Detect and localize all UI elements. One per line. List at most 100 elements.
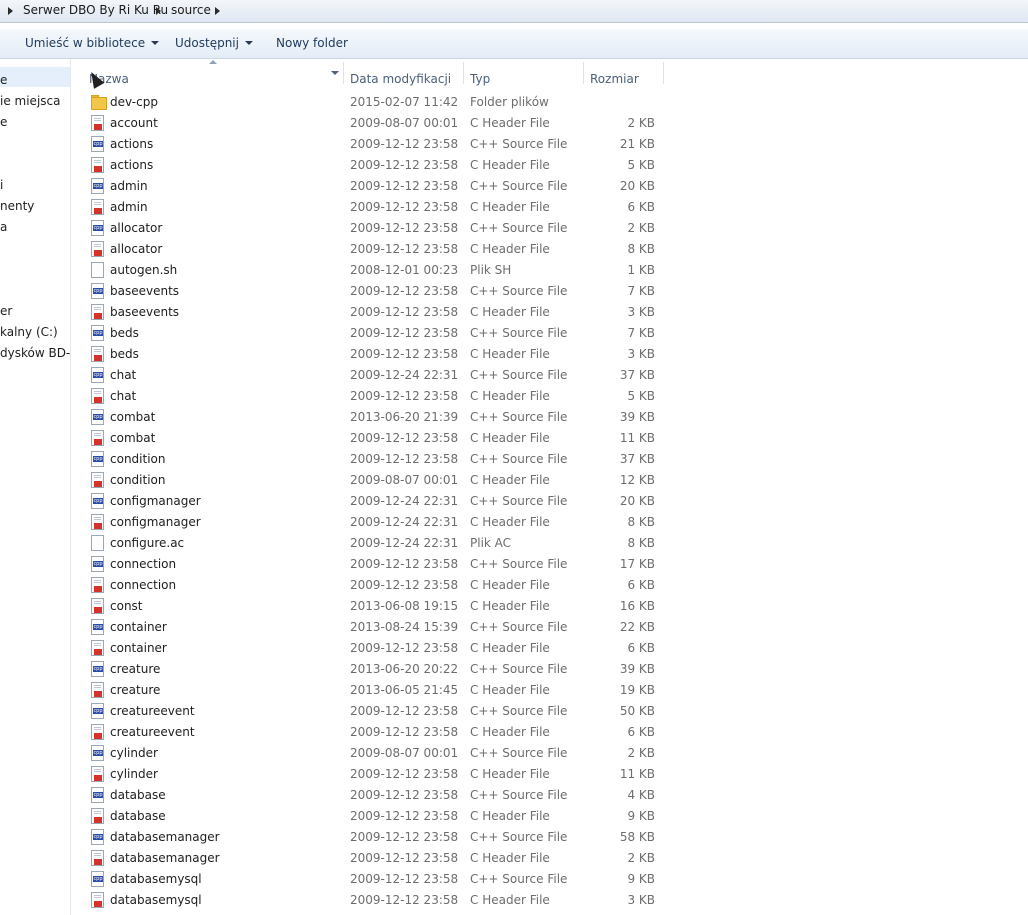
- file-row[interactable]: container 2009-12-12 23:58 C Header File 6 …: [83, 637, 663, 658]
- column-divider[interactable]: [463, 62, 464, 84]
- file-row[interactable]: dev-cpp 2015-02-07 11:42 Folder plików: [83, 91, 663, 112]
- file-date: 2009-12-12 23:58: [350, 641, 459, 655]
- file-type: C Header File: [470, 578, 550, 592]
- nav-item[interactable]: kalny (C:): [0, 325, 58, 339]
- c-header-file-icon: [91, 682, 104, 698]
- file-row[interactable]: cpp container 2013-08-24 15:39 C++ Source F…: [83, 616, 663, 637]
- nav-item[interactable]: e: [0, 115, 7, 129]
- file-row[interactable]: actions 2009-12-12 23:58 C Header File 5 KB: [83, 154, 663, 175]
- file-row[interactable]: admin 2009-12-12 23:58 C Header File 6 KB: [83, 196, 663, 217]
- column-divider[interactable]: [343, 62, 344, 84]
- file-size: 2 KB: [627, 746, 655, 760]
- file-row[interactable]: cpp allocator 2009-12-12 23:58 C++ Source F…: [83, 217, 663, 238]
- file-row[interactable]: autogen.sh 2008-12-01 00:23 Plik SH 1 KB: [83, 259, 663, 280]
- nav-item[interactable]: a: [0, 220, 7, 234]
- file-row[interactable]: cpp database 2009-12-12 23:58 C++ Source Fi…: [83, 784, 663, 805]
- address-bar[interactable]: Serwer DBO By Ri Ku Ru source: [0, 0, 1028, 23]
- column-filter-chevron-icon[interactable]: [331, 71, 339, 75]
- file-row[interactable]: account 2009-08-07 00:01 C Header File 2 KB: [83, 112, 663, 133]
- breadcrumb-item[interactable]: Serwer DBO By Ri Ku Ru: [23, 3, 168, 17]
- nav-item[interactable]: dysków BD-R(: [0, 346, 70, 360]
- nav-item[interactable]: e: [0, 73, 7, 87]
- file-date: 2009-12-12 23:58: [350, 767, 459, 781]
- file-name: condition: [110, 452, 166, 466]
- file-type: C++ Source File: [470, 557, 568, 571]
- file-row[interactable]: cylinder 2009-12-12 23:58 C Header File 11 …: [83, 763, 663, 784]
- navigation-pane[interactable]: e ie miejsca e i nenty a er kalny (C:) d…: [0, 59, 71, 915]
- nav-item[interactable]: ie miejsca: [0, 94, 60, 108]
- file-name: databasemanager: [110, 851, 220, 865]
- include-in-library-button[interactable]: Umieść w bibliotece: [25, 36, 160, 50]
- breadcrumb-chevron-icon[interactable]: [156, 7, 161, 15]
- file-name: configmanager: [110, 494, 201, 508]
- file-date: 2009-12-12 23:58: [350, 893, 459, 907]
- file-row[interactable]: cpp databasemysql 2009-12-12 23:58 C++ Sour…: [83, 868, 663, 889]
- file-row[interactable]: configmanager 2009-12-24 22:31 C Header Fi…: [83, 511, 663, 532]
- cpp-source-file-icon: cpp: [91, 136, 104, 152]
- column-header-date[interactable]: Data modyfikacji: [350, 72, 451, 92]
- breadcrumb-chevron-icon[interactable]: [215, 7, 220, 15]
- file-row[interactable]: cpp connection 2009-12-12 23:58 C++ Source …: [83, 553, 663, 574]
- c-header-file-icon: [91, 115, 104, 131]
- file-name: beds: [110, 347, 139, 361]
- file-row[interactable]: cpp condition 2009-12-12 23:58 C++ Source F…: [83, 448, 663, 469]
- file-row[interactable]: creature 2013-06-05 21:45 C Header File 19 …: [83, 679, 663, 700]
- nav-item[interactable]: er: [0, 304, 12, 318]
- new-folder-button[interactable]: Nowy folder: [276, 36, 348, 50]
- file-row[interactable]: creatureevent 2009-12-12 23:58 C Header Fi…: [83, 721, 663, 742]
- nav-item[interactable]: nenty: [0, 199, 34, 213]
- file-row[interactable]: cpp combat 2013-06-20 21:39 C++ Source File…: [83, 406, 663, 427]
- column-header-size[interactable]: Rozmiar: [590, 72, 639, 92]
- file-row[interactable]: connection 2009-12-12 23:58 C Header File 6…: [83, 574, 663, 595]
- file-row[interactable]: cpp configmanager 2009-12-24 22:31 C++ Sour…: [83, 490, 663, 511]
- file-row[interactable]: condition 2009-08-07 00:01 C Header File 12…: [83, 469, 663, 490]
- file-size: 39 KB: [619, 662, 655, 676]
- file-size: 4 KB: [627, 788, 655, 802]
- file-row[interactable]: databasemysql 2009-12-12 23:58 C Header Fi…: [83, 889, 663, 910]
- file-name: combat: [110, 431, 156, 445]
- file-size: 3 KB: [627, 893, 655, 907]
- file-row[interactable]: databasemanager 2009-12-12 23:58 C Header …: [83, 847, 663, 868]
- file-name: configmanager: [110, 515, 201, 529]
- file-row[interactable]: chat 2009-12-12 23:58 C Header File 5 KB: [83, 385, 663, 406]
- file-row[interactable]: cpp creatureevent 2009-12-12 23:58 C++ Sour…: [83, 700, 663, 721]
- column-divider[interactable]: [583, 62, 584, 84]
- file-date: 2009-12-12 23:58: [350, 431, 459, 445]
- file-row[interactable]: database 2009-12-12 23:58 C Header File 9 K…: [83, 805, 663, 826]
- file-name: databasemanager: [110, 830, 220, 844]
- file-type: C Header File: [470, 473, 550, 487]
- file-row[interactable]: cpp baseevents 2009-12-12 23:58 C++ Source …: [83, 280, 663, 301]
- file-row[interactable]: cpp admin 2009-12-12 23:58 C++ Source File 2…: [83, 175, 663, 196]
- file-name: container: [110, 620, 167, 634]
- column-header-type[interactable]: Typ: [470, 72, 490, 92]
- file-row[interactable]: cpp actions 2009-12-12 23:58 C++ Source Fil…: [83, 133, 663, 154]
- file-row[interactable]: allocator 2009-12-12 23:58 C Header File 8 …: [83, 238, 663, 259]
- share-button[interactable]: Udostępnij: [175, 36, 253, 50]
- file-type: C++ Source File: [470, 704, 568, 718]
- file-size: 8 KB: [627, 515, 655, 529]
- nav-item[interactable]: i: [0, 178, 3, 192]
- file-row[interactable]: baseevents 2009-12-12 23:58 C Header File 3…: [83, 301, 663, 322]
- c-header-file-icon: [91, 241, 104, 257]
- file-row[interactable]: cpp cylinder 2009-08-07 00:01 C++ Source Fi…: [83, 742, 663, 763]
- file-name: cylinder: [110, 767, 158, 781]
- file-date: 2009-12-12 23:58: [350, 242, 459, 256]
- file-name: beds: [110, 326, 139, 340]
- file-type: C++ Source File: [470, 788, 568, 802]
- file-row[interactable]: cpp creature 2013-06-20 20:22 C++ Source Fi…: [83, 658, 663, 679]
- column-divider[interactable]: [663, 62, 664, 84]
- breadcrumb-item[interactable]: source: [171, 3, 211, 17]
- breadcrumb-chevron-icon[interactable]: [8, 7, 13, 15]
- file-row[interactable]: beds 2009-12-12 23:58 C Header File 3 KB: [83, 343, 663, 364]
- file-row[interactable]: configure.ac 2009-12-24 22:31 Plik AC 8 KB: [83, 532, 663, 553]
- file-row[interactable]: cpp databasemanager 2009-12-12 23:58 C++ So…: [83, 826, 663, 847]
- file-name: databasemysql: [110, 872, 202, 886]
- file-row[interactable]: const 2013-06-08 19:15 C Header File 16 KB: [83, 595, 663, 616]
- file-date: 2009-12-24 22:31: [350, 536, 459, 550]
- file-date: 2013-08-24 15:39: [350, 620, 459, 634]
- file-row[interactable]: cpp chat 2009-12-24 22:31 C++ Source File 37…: [83, 364, 663, 385]
- file-name: configure.ac: [110, 536, 185, 550]
- file-row[interactable]: combat 2009-12-12 23:58 C Header File 11 KB: [83, 427, 663, 448]
- file-name: autogen.sh: [110, 263, 178, 277]
- file-row[interactable]: cpp beds 2009-12-12 23:58 C++ Source File 7 …: [83, 322, 663, 343]
